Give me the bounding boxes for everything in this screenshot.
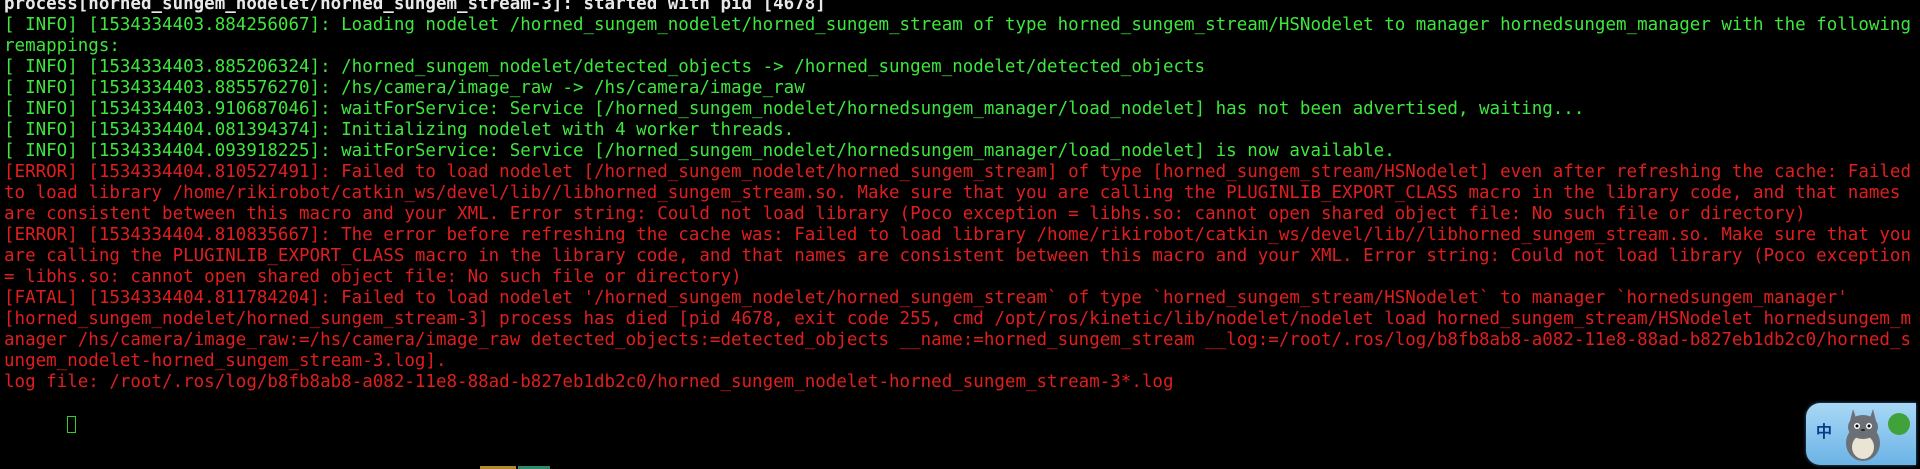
totoro-mascot-icon (1846, 409, 1880, 461)
log-line-error: [ERROR] [1534334404.810527491]: Failed t… (4, 162, 1911, 224)
log-line-info: [ INFO] [1534334403.910687046]: waitForS… (4, 99, 1585, 119)
log-line-fatal: [FATAL] [1534334404.811784204]: Failed t… (4, 288, 1848, 308)
input-method-widget[interactable]: 中 (1806, 403, 1916, 465)
text-cursor (67, 415, 77, 433)
log-line-info: [ INFO] [1534334404.081394374]: Initiali… (4, 120, 795, 140)
log-line-info: [ INFO] [1534334403.885576270]: /hs/came… (4, 78, 805, 98)
terminal-window[interactable]: process[horned_sungem_nodelet/horned_sun… (0, 0, 1920, 469)
prompt-line[interactable] (4, 393, 1912, 456)
terminal-output: process[horned_sungem_nodelet/horned_sun… (4, 0, 1912, 456)
ime-language-label[interactable]: 中 (1816, 421, 1832, 442)
log-line-process-started: process[horned_sungem_nodelet/horned_sun… (4, 0, 826, 14)
log-line-error: [ERROR] [1534334404.810835667]: The erro… (4, 225, 1911, 287)
leaf-icon (1888, 413, 1910, 435)
log-line-info: [ INFO] [1534334403.885206324]: /horned_… (4, 57, 1206, 77)
log-line-info: [ INFO] [1534334403.884256067]: Loading … (4, 15, 1911, 56)
log-line-process-died: [horned_sungem_nodelet/horned_sungem_str… (4, 309, 1911, 371)
log-line-log-file: log file: /root/.ros/log/b8fb8ab8-a082-1… (4, 372, 1174, 392)
log-line-info: [ INFO] [1534334404.093918225]: waitForS… (4, 141, 1395, 161)
